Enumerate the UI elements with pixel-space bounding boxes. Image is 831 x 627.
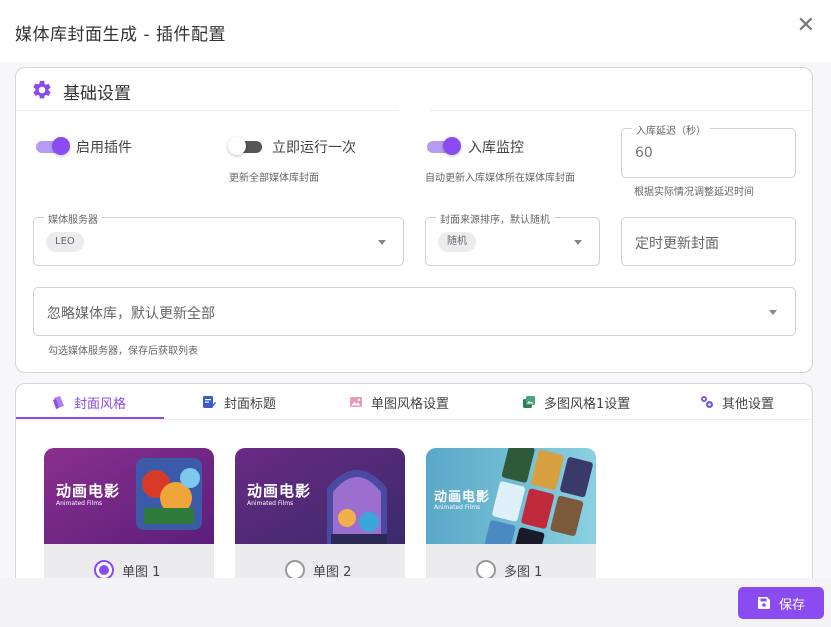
library-monitor-switch[interactable] bbox=[427, 137, 461, 155]
thumb-subtitle: Animated Films bbox=[434, 504, 481, 511]
style-option-single-1[interactable]: 动画电影 Animated Films 单图 1 bbox=[44, 448, 214, 588]
gear-icon bbox=[33, 80, 51, 99]
exclude-libraries-select[interactable]: 忽略媒体库，默认更新全部 bbox=[33, 287, 796, 336]
cover-sort-label: 封面来源排序，默认随机 bbox=[436, 211, 554, 226]
cover-sort-select[interactable]: 封面来源排序，默认随机 随机 bbox=[425, 211, 600, 266]
delay-hint: 根据实际情况调整延迟时间 bbox=[634, 187, 754, 198]
exclude-libraries-placeholder: 忽略媒体库，默认更新全部 bbox=[47, 306, 215, 322]
switch-knob bbox=[228, 137, 246, 155]
settings-tabs: 封面风格 封面标题 单图风格设置 多图风格1设置 其他设置 bbox=[16, 384, 812, 420]
tab-label: 单图风格设置 bbox=[371, 396, 450, 412]
run-once-label: 立即运行一次 bbox=[272, 140, 356, 156]
run-once-hint: 更新全部媒体库封面 bbox=[229, 173, 319, 184]
multi-image-icon bbox=[523, 396, 535, 408]
close-icon[interactable]: ✕ bbox=[797, 14, 815, 38]
style-radio[interactable] bbox=[476, 560, 496, 580]
cron-field[interactable]: 定时更新封面 bbox=[621, 217, 796, 266]
style-icon bbox=[53, 396, 64, 409]
cron-placeholder: 定时更新封面 bbox=[635, 236, 719, 252]
dialog-title: 媒体库封面生成 - 插件配置 bbox=[15, 25, 226, 45]
cover-sort-chip[interactable]: 随机 bbox=[438, 232, 476, 252]
chevron-down-icon bbox=[378, 240, 386, 245]
run-once-switch[interactable] bbox=[228, 137, 264, 155]
switch-knob bbox=[52, 137, 70, 155]
tab-single-image-style[interactable]: 单图风格设置 bbox=[349, 384, 449, 420]
media-server-chip[interactable]: LEO bbox=[46, 232, 84, 252]
enable-plugin-label: 启用插件 bbox=[76, 140, 132, 156]
chevron-down-icon bbox=[769, 310, 777, 315]
delay-field-label: 入库延迟（秒） bbox=[632, 122, 710, 137]
thumb-subtitle: Animated Films bbox=[247, 500, 294, 507]
save-icon bbox=[757, 597, 770, 609]
media-server-select[interactable]: 媒体服务器 LEO bbox=[33, 211, 404, 266]
style-radio[interactable] bbox=[94, 560, 114, 580]
header-divider bbox=[16, 110, 812, 111]
dialog-footer bbox=[0, 578, 831, 627]
title-edit-icon bbox=[203, 396, 216, 408]
media-server-label: 媒体服务器 bbox=[44, 211, 102, 226]
tab-label: 多图风格1设置 bbox=[544, 396, 631, 412]
chevron-down-icon bbox=[574, 240, 582, 245]
save-button-label: 保存 bbox=[778, 597, 805, 613]
thumb-title: 动画电影 bbox=[434, 490, 491, 505]
switch-knob bbox=[443, 137, 461, 155]
delay-field[interactable]: 入库延迟（秒） 60 bbox=[621, 122, 796, 178]
style-option-single-2[interactable]: 动画电影 Animated Films 单图 2 bbox=[235, 448, 405, 588]
style-settings-card: 封面风格 封面标题 单图风格设置 多图风格1设置 其他设置 动画电影 Anima… bbox=[15, 383, 813, 593]
tab-label: 其他设置 bbox=[722, 396, 775, 412]
plugin-config-dialog: 媒体库封面生成 - 插件配置 ✕ 基础设置 启用插件 立即运行一次 更新全部媒体… bbox=[0, 0, 831, 627]
single-image-icon bbox=[350, 397, 362, 407]
basic-settings-header: 基础设置 bbox=[16, 68, 812, 112]
library-monitor-label: 入库监控 bbox=[468, 140, 524, 156]
library-monitor-hint: 自动更新入库媒体所在媒体库封面 bbox=[425, 173, 575, 184]
style-option-multi-1[interactable]: 动画电影 Animated Films 多图 1 bbox=[426, 448, 596, 588]
tab-label: 封面标题 bbox=[224, 396, 277, 412]
tab-cover-style[interactable]: 封面风格 bbox=[52, 384, 126, 420]
delay-field-value: 60 bbox=[635, 145, 653, 161]
basic-settings-card: 基础设置 启用插件 立即运行一次 更新全部媒体库封面 入库监控 自动更新入库媒体… bbox=[15, 67, 813, 373]
tab-label: 封面风格 bbox=[74, 396, 127, 412]
style-radio[interactable] bbox=[285, 560, 305, 580]
basic-settings-title: 基础设置 bbox=[63, 84, 131, 104]
dialog-titlebar: 媒体库封面生成 - 插件配置 ✕ bbox=[0, 0, 831, 62]
enable-plugin-switch[interactable] bbox=[36, 137, 70, 155]
tab-cover-title[interactable]: 封面标题 bbox=[202, 384, 276, 420]
thumb-title: 动画电影 bbox=[56, 482, 121, 500]
gears-icon bbox=[701, 396, 713, 408]
thumb-title: 动画电影 bbox=[247, 482, 312, 500]
exclude-libraries-hint: 勾选媒体服务器，保存后获取列表 bbox=[48, 346, 198, 357]
active-tab-indicator bbox=[16, 417, 164, 419]
save-button[interactable]: 保存 bbox=[738, 587, 824, 619]
thumb-subtitle: Animated Films bbox=[56, 500, 103, 507]
tab-other-settings[interactable]: 其他设置 bbox=[700, 384, 774, 420]
tab-multi-image-style[interactable]: 多图风格1设置 bbox=[522, 384, 630, 420]
